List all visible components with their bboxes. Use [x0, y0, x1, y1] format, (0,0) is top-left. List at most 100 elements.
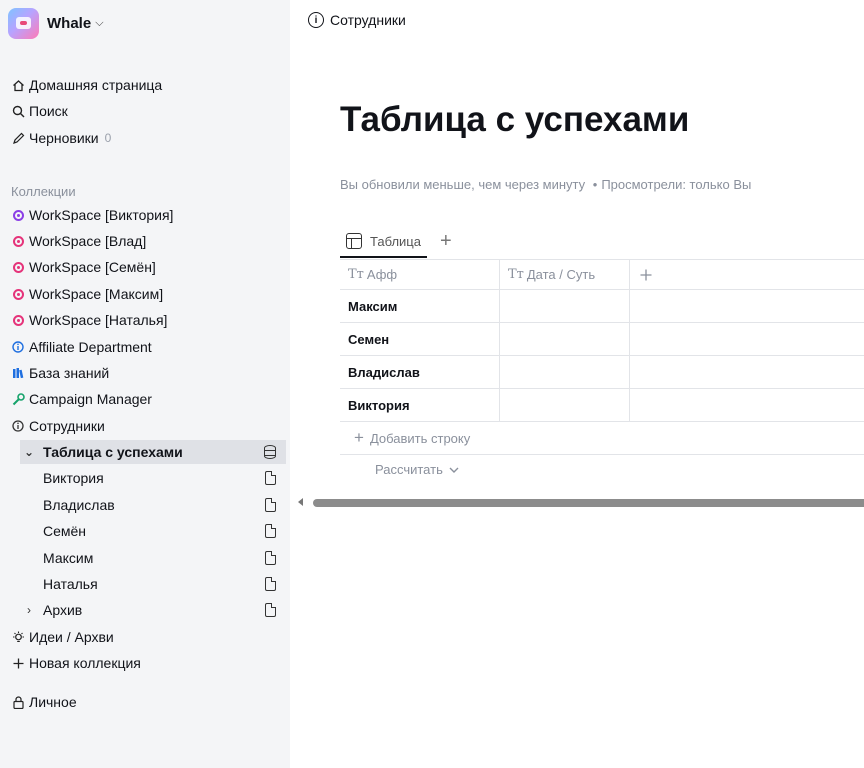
plus-icon: [9, 658, 27, 669]
calculate-label: Рассчитать: [375, 462, 443, 477]
document-icon: [265, 524, 276, 538]
sidebar-item-label: Максим: [43, 550, 94, 566]
target-icon: [9, 288, 27, 300]
sidebar-item-viktoria[interactable]: Виктория: [20, 466, 286, 490]
meta-updated: Вы обновили меньше, чем через минуту: [340, 177, 586, 192]
sidebar-item-label: Наталья: [43, 576, 98, 592]
sidebar-item-label: Семён: [43, 523, 87, 539]
sidebar-item-affiliate[interactable]: Affiliate Department: [6, 335, 286, 359]
horizontal-scrollbar[interactable]: [313, 499, 864, 507]
chevron-down-icon[interactable]: ⌄: [20, 445, 38, 459]
sidebar-item-natalia[interactable]: Наталья: [20, 572, 286, 596]
sidebar-item-employees[interactable]: Сотрудники: [6, 414, 286, 438]
text-type-icon: Tт: [508, 267, 524, 282]
sidebar-item-knowledge-base[interactable]: База знаний: [6, 361, 286, 385]
sidebar-item-label: WorkSpace [Семён]: [29, 259, 156, 275]
sidebar-item-workspace-maksim[interactable]: WorkSpace [Максим]: [6, 282, 286, 306]
sidebar-item-search[interactable]: Поиск: [6, 99, 286, 123]
wrench-icon: [9, 392, 27, 406]
page-title[interactable]: Таблица с успехами: [340, 100, 689, 140]
cell-date[interactable]: [500, 290, 630, 322]
sidebar-item-personal[interactable]: Личное: [6, 690, 286, 714]
sidebar-item-label: Новая коллекция: [29, 655, 141, 671]
breadcrumb-item: Сотрудники: [330, 12, 406, 28]
sidebar-item-campaign-manager[interactable]: Campaign Manager: [6, 387, 286, 411]
workspace-logo: [8, 7, 39, 39]
cell-aff[interactable]: Виктория: [340, 389, 500, 421]
sidebar-item-semen[interactable]: Семён: [20, 519, 286, 543]
new-collection-button[interactable]: Новая коллекция: [6, 651, 286, 675]
sidebar-item-workspace-natalia[interactable]: WorkSpace [Наталья]: [6, 308, 286, 332]
target-icon: [9, 261, 27, 273]
cell-aff[interactable]: Владислав: [340, 356, 500, 388]
sidebar-item-label: Campaign Manager: [29, 391, 152, 407]
sidebar-item-label: База знаний: [29, 365, 110, 381]
column-header-date[interactable]: Tт Дата / Суть: [500, 260, 630, 289]
sidebar-item-label: WorkSpace [Наталья]: [29, 312, 168, 328]
cell-date[interactable]: [500, 356, 630, 388]
sidebar-item-label: Домашняя страница: [29, 77, 163, 93]
workspace-switcher[interactable]: Whale ⌵: [8, 6, 104, 40]
sidebar-item-label: Архив: [43, 602, 83, 618]
chevron-right-icon[interactable]: ›: [20, 603, 38, 617]
sidebar-item-maksim[interactable]: Максим: [20, 546, 286, 570]
sidebar-item-drafts[interactable]: Черновики 0: [6, 126, 286, 150]
add-column-button[interactable]: [630, 260, 670, 289]
tab-table[interactable]: Таблица: [340, 226, 427, 258]
sidebar-item-label: WorkSpace [Влад]: [29, 233, 147, 249]
table-row[interactable]: Максим: [340, 290, 864, 323]
meta-separator: •: [592, 177, 598, 192]
lock-icon: [9, 695, 27, 709]
cell-date[interactable]: [500, 323, 630, 355]
document-icon: [265, 471, 276, 485]
add-view-button[interactable]: +: [440, 230, 452, 253]
document-icon: [265, 603, 276, 617]
drafts-count: 0: [104, 131, 112, 145]
sidebar-item-label: Идеи / Архви: [29, 629, 114, 645]
table-row[interactable]: Виктория: [340, 389, 864, 422]
table-row[interactable]: Семен: [340, 323, 864, 356]
column-header-label: Дата / Суть: [526, 267, 596, 282]
table-header-row: Tт Афф Tт Дата / Суть: [340, 259, 864, 290]
collections-heading: Коллекции: [11, 184, 76, 199]
column-header-label: Афф: [366, 267, 398, 282]
info-icon: i: [308, 12, 324, 28]
cell-date[interactable]: [500, 389, 630, 421]
add-row-button[interactable]: + Добавить строку: [340, 422, 864, 455]
sidebar-item-label: Виктория: [43, 470, 104, 486]
target-icon: [9, 314, 27, 326]
sidebar-item-workspace-semen[interactable]: WorkSpace [Семён]: [6, 255, 286, 279]
target-icon: [9, 235, 27, 247]
sidebar-item-label: WorkSpace [Максим]: [29, 286, 164, 302]
plus-icon: +: [354, 428, 364, 447]
sidebar-item-archive[interactable]: › Архив: [20, 598, 286, 622]
table-row[interactable]: Владислав: [340, 356, 864, 389]
chevron-down-icon: [449, 467, 459, 473]
breadcrumb[interactable]: i Сотрудники: [308, 10, 406, 30]
cell-aff[interactable]: Семен: [340, 323, 500, 355]
sidebar-item-ideas[interactable]: Идеи / Архви: [6, 625, 286, 649]
table-icon: [346, 233, 362, 249]
sidebar-item-label: Черновики: [29, 130, 99, 146]
sidebar-item-label: WorkSpace [Виктория]: [29, 207, 174, 223]
sidebar-item-label: Сотрудники: [29, 418, 105, 434]
sidebar-item-home[interactable]: Домашняя страница: [6, 73, 286, 97]
document-icon: [265, 551, 276, 565]
column-header-aff[interactable]: Tт Афф: [340, 260, 500, 289]
sidebar-item-workspace-vlad[interactable]: WorkSpace [Влад]: [6, 229, 286, 253]
document-icon: [265, 498, 276, 512]
sidebar-item-label: Таблица с успехами: [43, 444, 183, 460]
calculate-dropdown[interactable]: Рассчитать: [375, 462, 459, 477]
lightbulb-icon: [9, 631, 27, 644]
page-meta: Вы обновили меньше, чем через минуту • Пр…: [340, 177, 751, 192]
scroll-left-arrow[interactable]: [298, 498, 303, 506]
sidebar-item-label: Поиск: [29, 103, 68, 119]
sidebar-item-vladislav[interactable]: Владислав: [20, 493, 286, 517]
database-icon: [264, 445, 276, 459]
tab-label: Таблица: [370, 233, 421, 249]
meta-viewed: Просмотрели: только Вы: [601, 177, 752, 192]
cell-aff[interactable]: Максим: [340, 290, 500, 322]
sidebar-item-workspace-viktoria[interactable]: WorkSpace [Виктория]: [6, 203, 286, 227]
sidebar-item-success-table[interactable]: ⌄ Таблица с успехами: [20, 440, 286, 464]
document-icon: [265, 577, 276, 591]
